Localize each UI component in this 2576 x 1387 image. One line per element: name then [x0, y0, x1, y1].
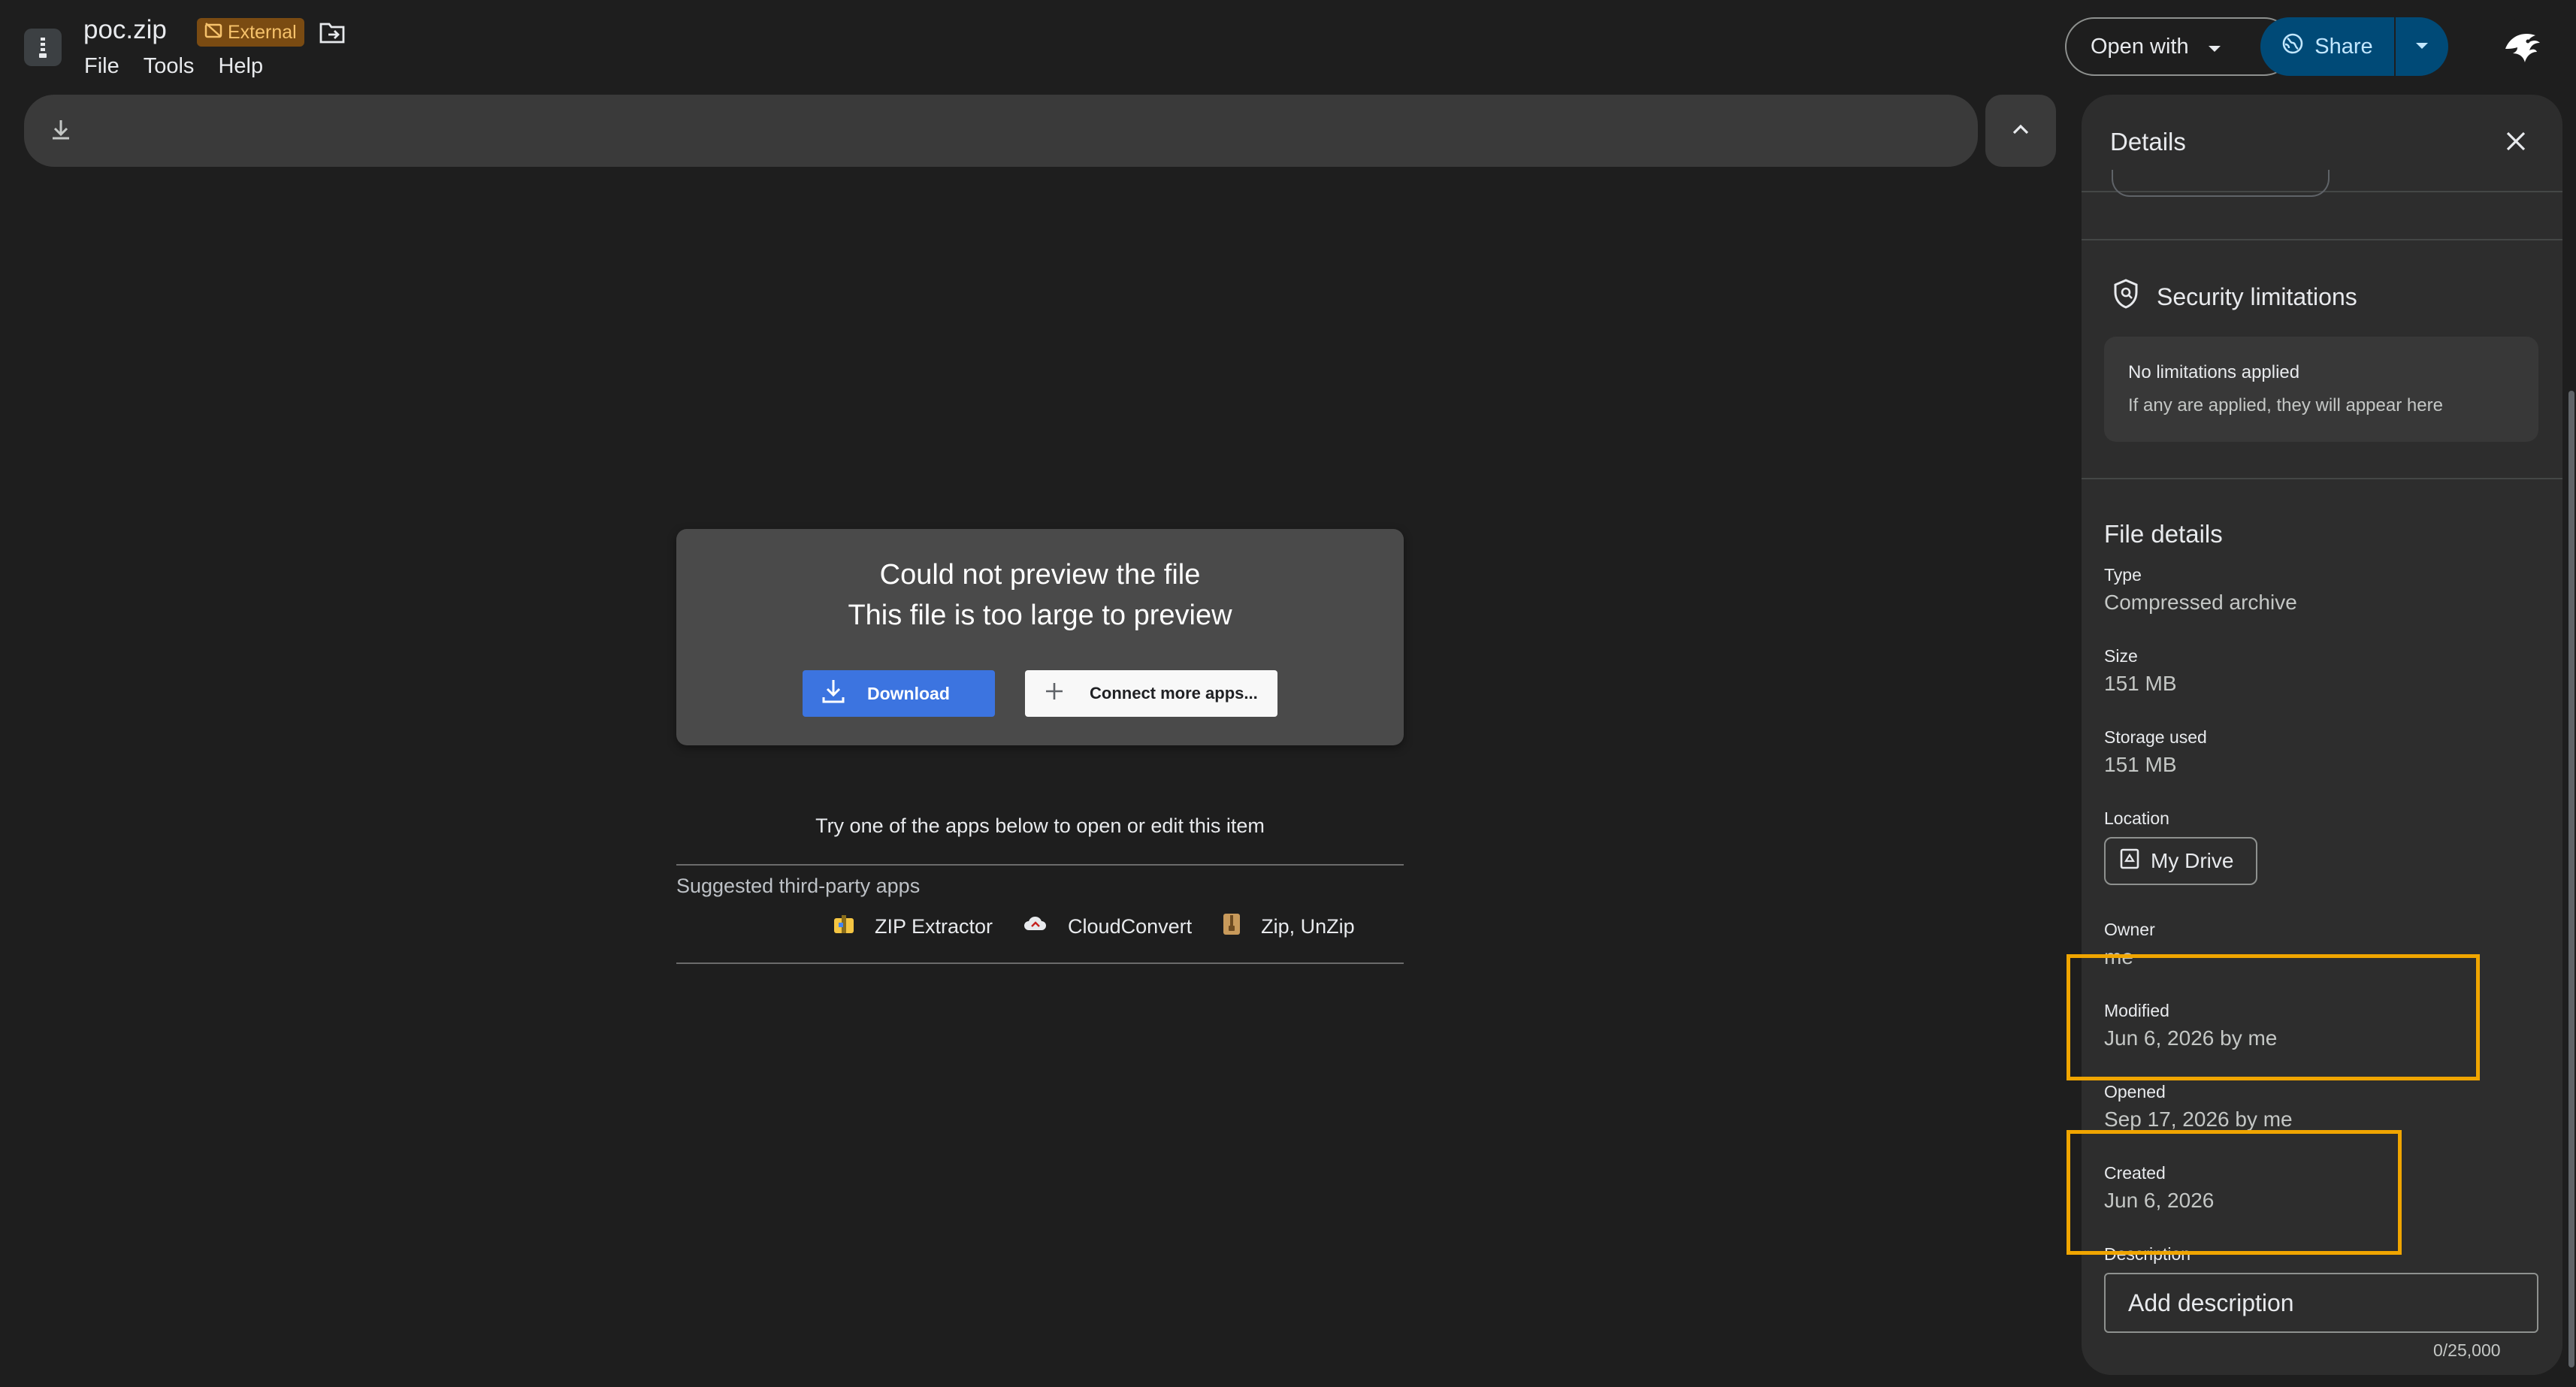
error-subtitle: This file is too large to preview: [848, 600, 1232, 631]
app-name: Zip, UnZip: [1261, 915, 1355, 938]
plus-icon: [1045, 681, 1064, 706]
divider: [676, 962, 1404, 964]
type-value: Compressed archive: [2104, 591, 2297, 614]
open-with-button[interactable]: Open with: [2065, 17, 2293, 76]
external-badge-label: External: [228, 21, 297, 43]
shield-icon: [2112, 278, 2140, 316]
file-details-title: File details: [2104, 520, 2223, 548]
description-input[interactable]: Add description: [2104, 1273, 2538, 1333]
file-title[interactable]: poc.zip: [83, 15, 167, 45]
zip-file-icon: [24, 29, 62, 66]
menu-help[interactable]: Help: [218, 54, 263, 79]
size-value: 151 MB: [2104, 672, 2177, 695]
close-icon: [2505, 130, 2527, 156]
description-counter: 0/25,000: [2433, 1340, 2501, 1360]
size-label: Size: [2104, 646, 2138, 666]
collapse-button[interactable]: [1985, 95, 2056, 167]
caret-down-icon: [2415, 40, 2429, 53]
globe-icon: [2281, 32, 2304, 61]
menu-file[interactable]: File: [84, 54, 119, 79]
security-title: Security limitations: [2157, 283, 2357, 310]
created-highlight-box: [2067, 1130, 2402, 1255]
download-icon[interactable]: [50, 117, 72, 147]
move-to-folder-icon[interactable]: [319, 20, 346, 45]
modified-highlight-box: [2067, 954, 2480, 1080]
download-label: Download: [867, 683, 950, 703]
suggested-apps-list: ZIP Extractor CloudConvert Zip, UnZip: [833, 912, 1385, 941]
app-name: ZIP Extractor: [875, 915, 993, 938]
share-label: Share: [2314, 34, 2373, 59]
caret-down-icon: [2207, 35, 2222, 59]
cloudconvert-icon: [1023, 915, 1048, 938]
drive-icon: [2119, 848, 2140, 875]
type-label: Type: [2104, 565, 2142, 585]
download-button[interactable]: Download: [803, 670, 995, 717]
location-chip[interactable]: My Drive: [2104, 837, 2257, 885]
limitations-title: No limitations applied: [2128, 362, 2300, 382]
external-badge: External: [197, 18, 304, 47]
connect-more-apps-button[interactable]: Connect more apps...: [1025, 670, 1277, 717]
open-with-label: Open with: [2091, 34, 2189, 59]
divider: [2082, 478, 2562, 479]
security-limitations-heading: Security limitations: [2112, 278, 2357, 316]
connect-label: Connect more apps...: [1090, 684, 1258, 703]
close-details-button[interactable]: [2498, 125, 2534, 161]
download-icon: [821, 678, 846, 709]
owner-label: Owner: [2104, 920, 2155, 939]
details-title: Details: [2110, 128, 2186, 156]
zip-unzip-icon: [1222, 912, 1241, 941]
divider: [676, 864, 1404, 866]
opened-label: Opened: [2104, 1082, 2166, 1101]
chevron-up-icon: [2012, 123, 2030, 139]
menu-bar: File Tools Help: [84, 54, 263, 79]
divider: [2082, 239, 2562, 240]
storage-label: Storage used: [2104, 727, 2207, 747]
external-icon: [204, 22, 222, 44]
limitations-text: If any are applied, they will appear her…: [2128, 395, 2443, 415]
app-zip-extractor[interactable]: ZIP Extractor: [833, 914, 993, 940]
error-title: Could not preview the file: [879, 559, 1201, 591]
details-scrollbar[interactable]: [2568, 391, 2574, 1367]
share-button[interactable]: Share: [2260, 17, 2396, 76]
location-label: Location: [2104, 808, 2169, 828]
viewer-toolbar: [24, 95, 1978, 167]
opened-value: Sep 17, 2026 by me: [2104, 1107, 2293, 1131]
limitations-box: No limitations applied If any are applie…: [2104, 337, 2538, 442]
zip-extractor-icon: [833, 914, 855, 940]
location-value: My Drive: [2151, 849, 2234, 872]
eagle-avatar-icon[interactable]: [2495, 19, 2550, 74]
preview-error-card: Could not preview the file This file is …: [676, 529, 1404, 745]
share-button-group: Share: [2260, 17, 2448, 76]
access-chip[interactable]: [2112, 170, 2330, 197]
app-cloudconvert[interactable]: CloudConvert: [1023, 915, 1192, 938]
app-zip-unzip[interactable]: Zip, UnZip: [1222, 912, 1355, 941]
suggested-apps-label: Suggested third-party apps: [676, 875, 921, 897]
share-dropdown-button[interactable]: [2396, 17, 2448, 76]
app-name: CloudConvert: [1068, 915, 1193, 938]
try-apps-text: Try one of the apps below to open or edi…: [815, 814, 1265, 837]
menu-tools[interactable]: Tools: [144, 54, 195, 79]
storage-value: 151 MB: [2104, 753, 2177, 776]
